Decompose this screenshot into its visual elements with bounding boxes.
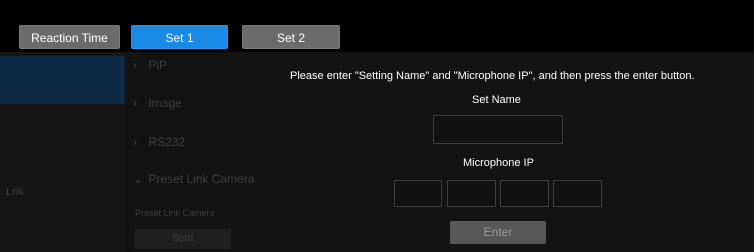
background-sidebar-selected — [0, 56, 125, 104]
background-menu-item-rs232: › RS232 — [133, 135, 185, 149]
background-menu-label: Preset Link Camera — [148, 172, 255, 186]
microphone-ip-label: Microphone IP — [463, 157, 534, 169]
instruction-text: Please enter "Setting Name" and "Microph… — [290, 70, 695, 82]
background-menu-item-preset-link: ⌄ Preset Link Camera — [133, 172, 254, 186]
chevron-right-icon: › — [133, 96, 137, 110]
set-name-input[interactable] — [433, 115, 563, 144]
tab-reaction-time[interactable]: Reaction Time — [19, 25, 120, 49]
chevron-down-icon: ⌄ — [133, 172, 144, 186]
tab-set-2[interactable]: Set 2 — [242, 25, 340, 49]
background-start-button: Start — [135, 229, 231, 249]
background-menu-item-image: › Image — [133, 96, 182, 110]
enter-button[interactable]: Enter — [450, 221, 546, 244]
background-menu-label: PiP — [148, 58, 168, 72]
background-menu-label: RS232 — [148, 135, 186, 149]
mic-ip-octet-2[interactable] — [447, 180, 496, 207]
background-menu-item-pip: › PiP — [133, 58, 167, 72]
set-name-label: Set Name — [472, 94, 521, 106]
tab-set-1[interactable]: Set 1 — [131, 25, 228, 49]
mic-ip-octet-3[interactable] — [500, 180, 549, 207]
chevron-right-icon: › — [133, 135, 137, 149]
mic-ip-octet-4[interactable] — [553, 180, 602, 207]
background-sidebar-label: Lnk — [6, 186, 24, 198]
chevron-right-icon: › — [133, 58, 137, 72]
background-menu-label: Image — [148, 96, 182, 110]
mic-ip-octet-1[interactable] — [394, 180, 442, 207]
background-section-label: Preset Link Camera — [135, 208, 215, 218]
